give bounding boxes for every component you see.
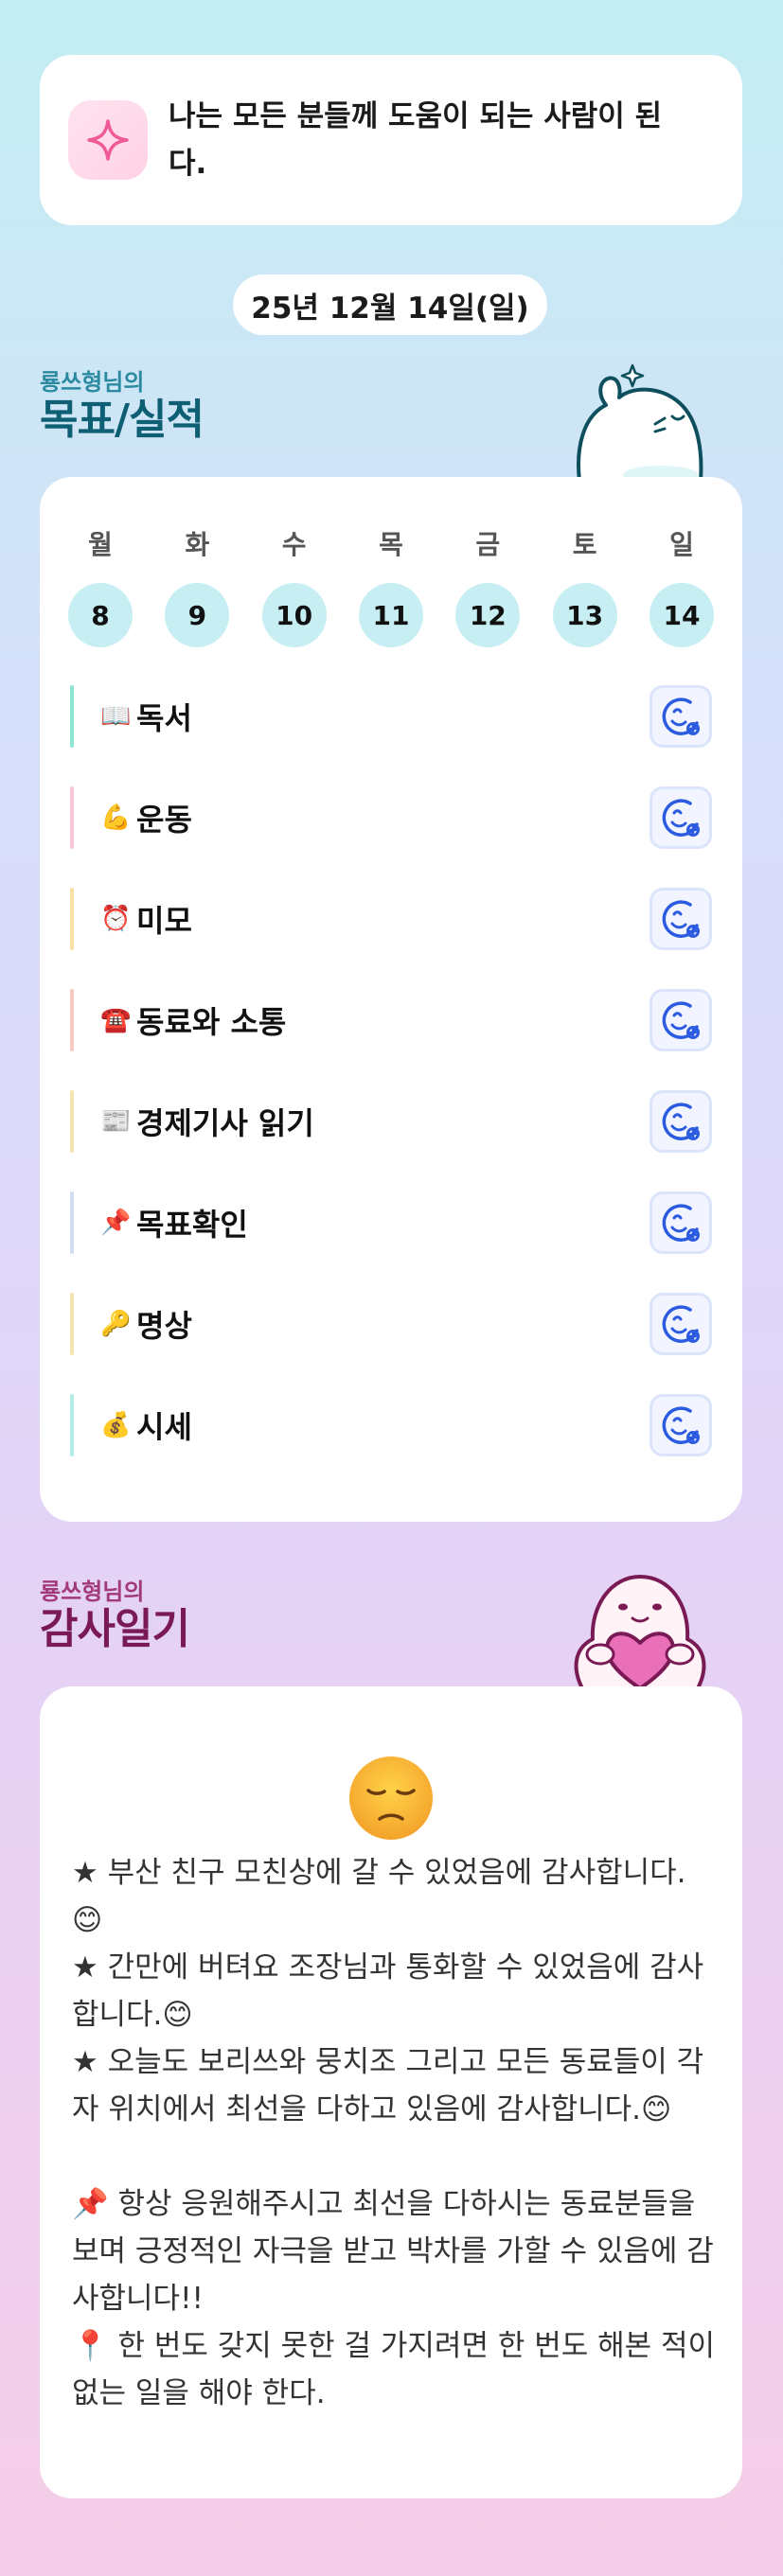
muscle-icon: 💪 [100, 803, 132, 832]
goal-color-bar [70, 888, 74, 950]
ghost-mascot-icon [566, 358, 708, 485]
goals-section-header: 룡쓰형님의 목표/실적 [40, 369, 205, 445]
day-date[interactable]: 14 [649, 583, 714, 647]
day-name: 일 [669, 529, 694, 560]
day-column[interactable]: 일 14 [649, 526, 714, 647]
day-name: 월 [88, 529, 113, 560]
goal-label: 명상 [136, 1308, 192, 1344]
telephone-icon: ☎️ [100, 1006, 132, 1034]
day-date[interactable]: 12 [455, 583, 521, 647]
goal-check-button[interactable] [650, 786, 712, 849]
day-column[interactable]: 화 9 [165, 526, 230, 647]
thanks-section-subtitle: 룡쓰형님의 [40, 1579, 145, 1605]
newspaper-icon: 📰 [100, 1107, 132, 1136]
day-column[interactable]: 금 12 [455, 526, 521, 647]
goal-label: 동료와 소통 [136, 1004, 287, 1040]
day-column[interactable]: 목 11 [358, 526, 423, 647]
day-date[interactable]: 9 [165, 583, 230, 647]
goal-color-bar [70, 1191, 74, 1254]
thanks-section-header: 룡쓰형님의 감사일기 [40, 1579, 190, 1654]
goal-color-bar [70, 1090, 74, 1153]
goal-check-button[interactable] [650, 1394, 712, 1456]
day-date[interactable]: 11 [358, 583, 423, 647]
day-name: 수 [281, 529, 307, 560]
week-strip: 월 8 화 9 수 10 목 11 금 12 토 13 일 14 [68, 526, 714, 647]
goal-item-colleague-communication[interactable]: ☎️ 동료와 소통 [70, 987, 712, 1053]
goal-item-reading[interactable]: 📖 독서 [70, 683, 712, 750]
goal-label: 운동 [136, 802, 192, 838]
goal-item-economic-news[interactable]: 📰 경제기사 읽기 [70, 1088, 712, 1155]
motto-text: 나는 모든 분들께 도움이 되는 사람이 된다. [169, 99, 663, 181]
motto-card: 나는 모든 분들께 도움이 되는 사람이 된다. [40, 55, 742, 225]
day-date[interactable]: 10 [261, 583, 327, 647]
day-date[interactable]: 8 [68, 583, 133, 647]
date-selector[interactable]: 25년 12월 14일(일) [233, 274, 547, 335]
goals-section-title: 목표/실적 [40, 396, 205, 444]
thanks-section-title: 감사일기 [40, 1605, 190, 1653]
goal-label: 독서 [136, 700, 192, 736]
goal-color-bar [70, 989, 74, 1051]
smiley-check-icon [662, 1204, 700, 1242]
goal-item-goal-check[interactable]: 📌 목표확인 [70, 1190, 712, 1256]
goal-label: 목표확인 [136, 1207, 248, 1243]
day-date[interactable]: 13 [552, 583, 617, 647]
goal-check-button[interactable] [650, 1090, 712, 1153]
smiley-check-icon [662, 1001, 700, 1039]
smiley-check-icon [662, 1305, 700, 1343]
day-name: 금 [475, 529, 501, 560]
day-name: 토 [572, 529, 597, 560]
goals-section-subtitle: 룡쓰형님의 [40, 369, 145, 396]
alarm-clock-icon: ⏰ [100, 905, 132, 933]
day-column[interactable]: 토 13 [552, 526, 617, 647]
smiley-check-icon [662, 1103, 700, 1140]
goal-check-button[interactable] [650, 888, 712, 950]
smiley-check-icon [662, 900, 700, 938]
smiley-check-icon [662, 799, 700, 837]
goal-check-button[interactable] [650, 1191, 712, 1254]
heart-mascot-icon [564, 1567, 716, 1694]
day-name: 화 [185, 529, 210, 560]
goal-label: 미모 [136, 903, 192, 939]
goal-check-button[interactable] [650, 1293, 712, 1355]
thanks-diary-text: ★ 부산 친구 모친상에 갈 수 있었음에 감사합니다.😊 ★ 간만에 버텨요 … [72, 1856, 716, 2410]
goal-color-bar [70, 1293, 74, 1355]
pensive-face-icon [346, 1753, 436, 1844]
day-column[interactable]: 월 8 [68, 526, 133, 647]
key-icon: 🔑 [100, 1310, 132, 1338]
goal-check-button[interactable] [650, 989, 712, 1051]
goal-item-market-price[interactable]: 💰 시세 [70, 1392, 712, 1458]
goal-color-bar [70, 685, 74, 748]
goal-check-button[interactable] [650, 685, 712, 748]
day-column[interactable]: 수 10 [261, 526, 327, 647]
goal-color-bar [70, 1394, 74, 1456]
goal-label: 경제기사 읽기 [136, 1105, 314, 1141]
goal-color-bar [70, 786, 74, 849]
goals-card: 월 8 화 9 수 10 목 11 금 12 토 13 일 14 📖 독서 💪 … [40, 477, 742, 1522]
money-bag-icon: 💰 [100, 1411, 132, 1439]
sparkle-icon [68, 100, 148, 180]
day-name: 목 [379, 529, 403, 560]
thanks-diary-card: ★ 부산 친구 모친상에 갈 수 있었음에 감사합니다.😊 ★ 간만에 버텨요 … [40, 1686, 742, 2498]
goal-item-exercise[interactable]: 💪 운동 [70, 785, 712, 851]
smiley-check-icon [662, 697, 700, 735]
goal-item-beauty[interactable]: ⏰ 미모 [70, 886, 712, 952]
smiley-check-icon [662, 1406, 700, 1444]
pushpin-icon: 📌 [100, 1209, 132, 1237]
book-icon: 📖 [100, 702, 132, 731]
goal-item-meditation[interactable]: 🔑 명상 [70, 1291, 712, 1357]
goal-label: 시세 [136, 1409, 192, 1445]
